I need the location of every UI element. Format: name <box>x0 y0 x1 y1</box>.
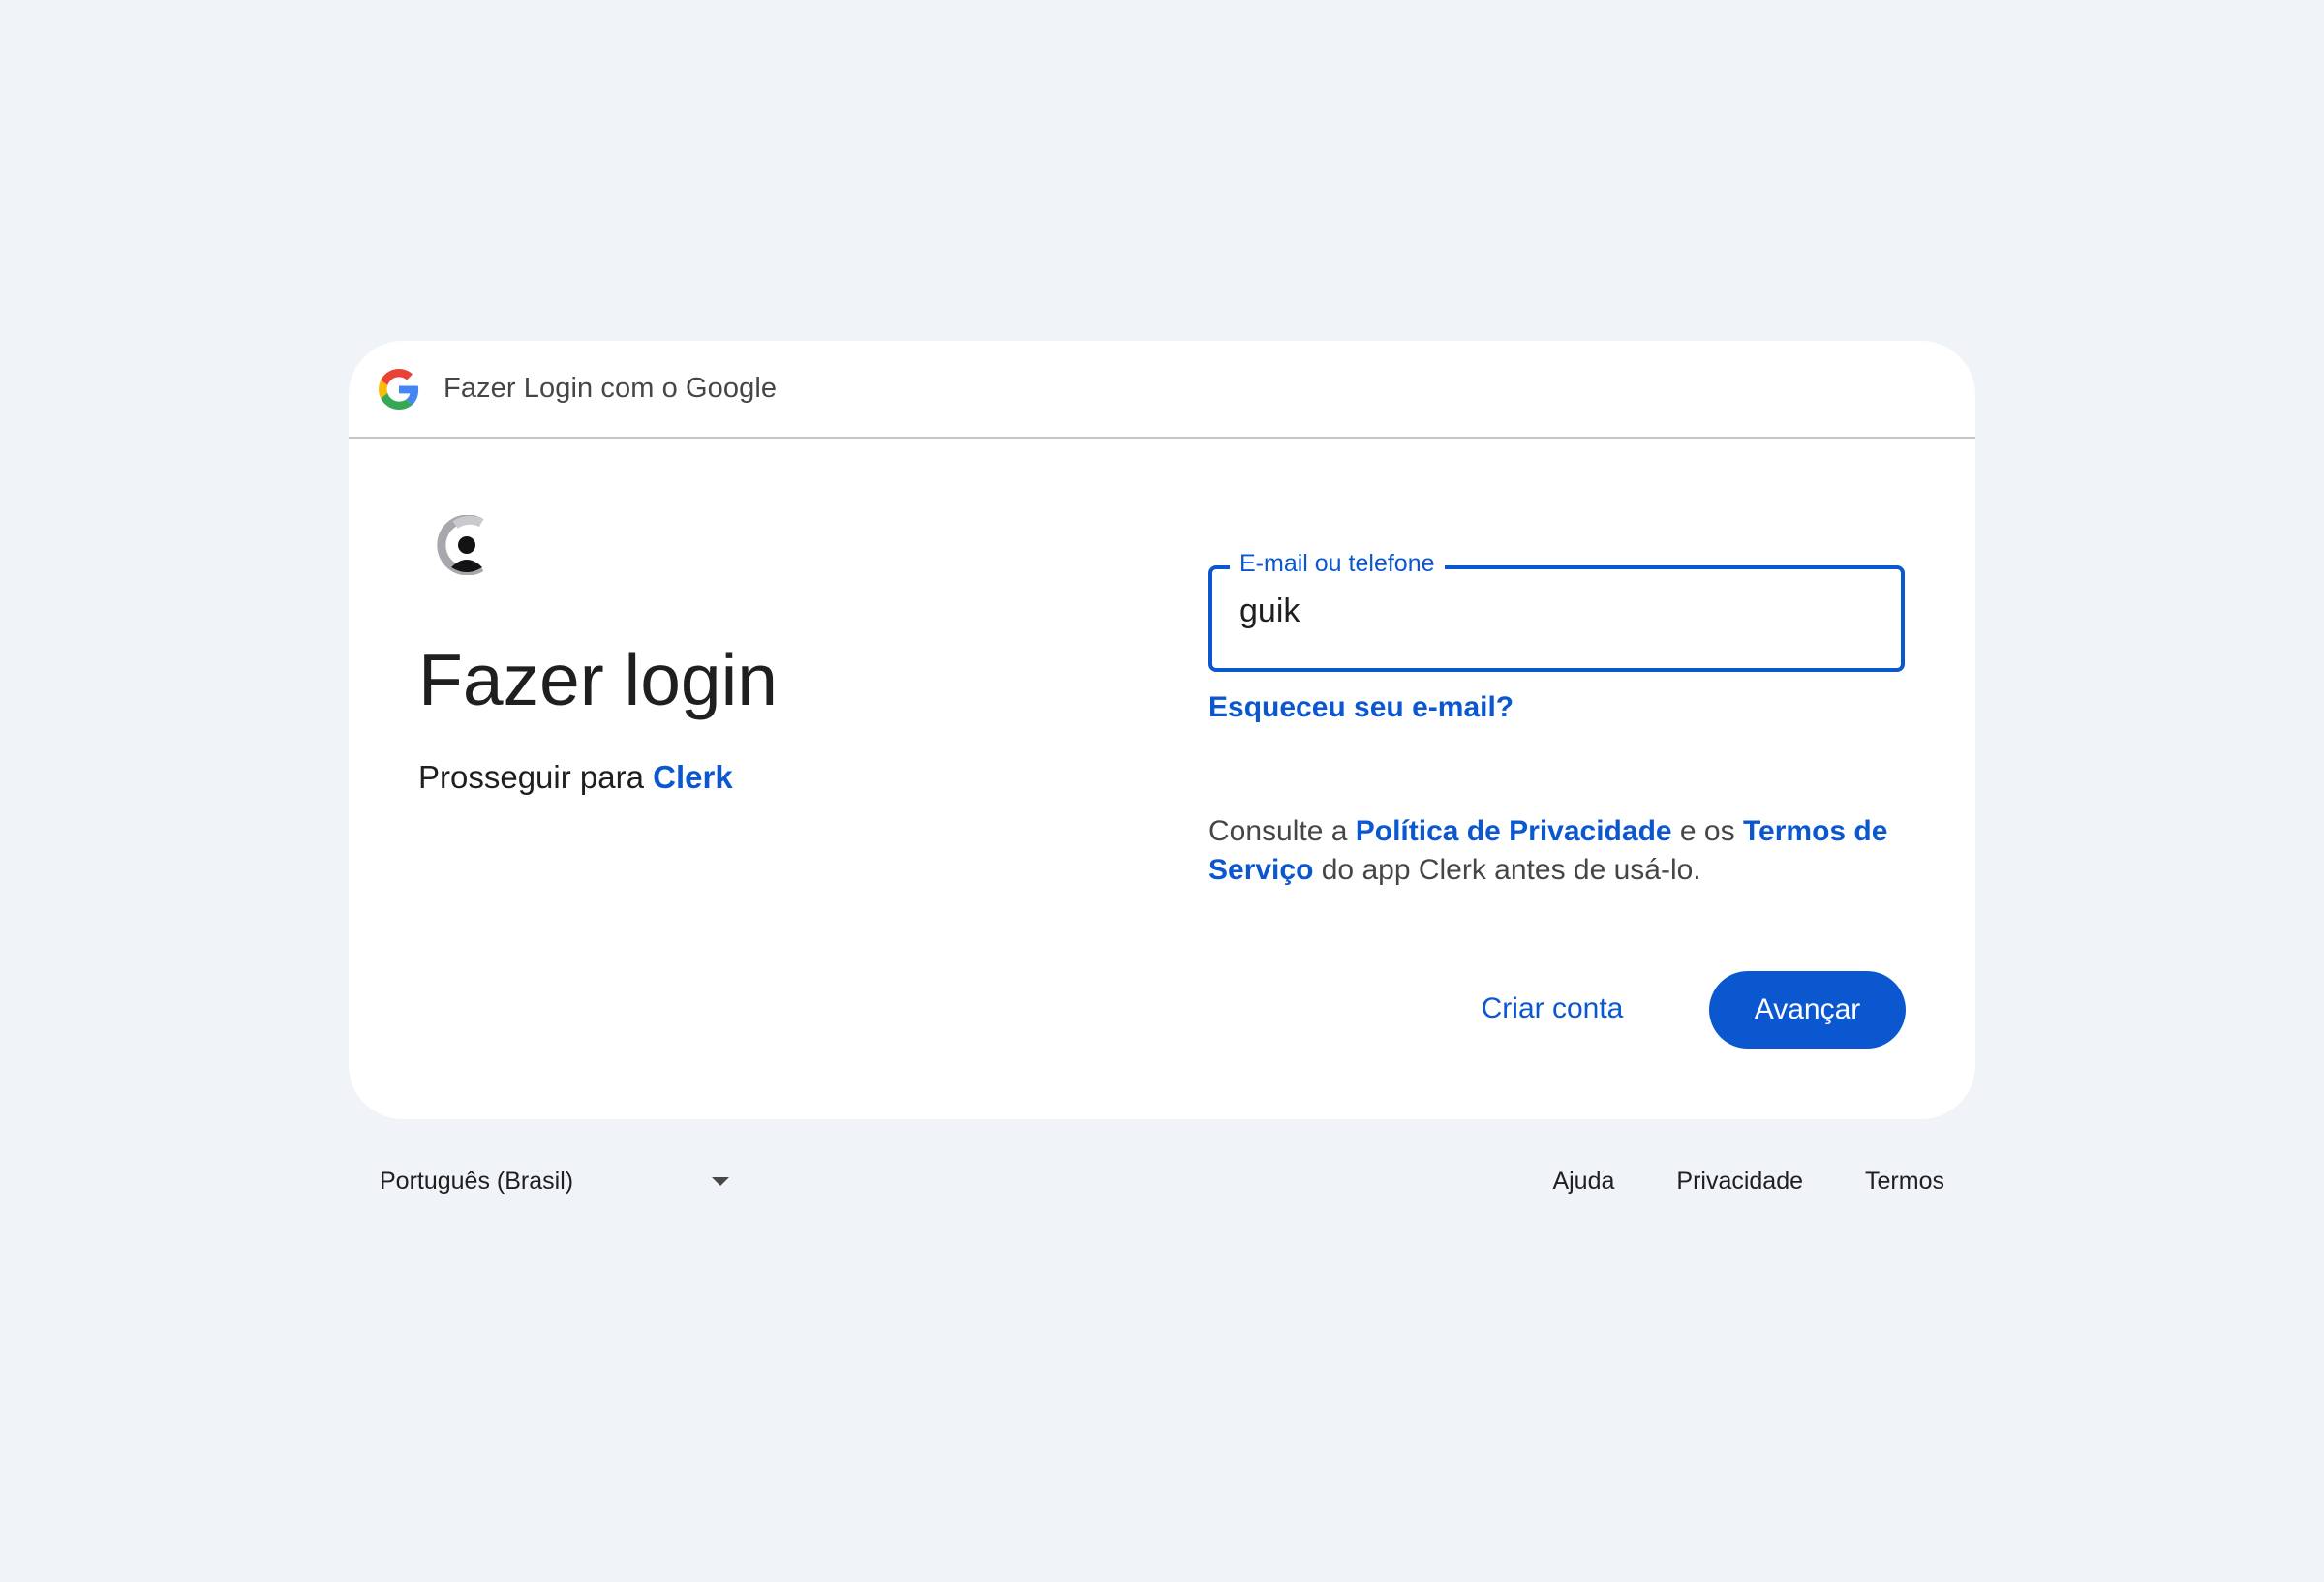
consent-text-1: Consulte a <box>1208 815 1356 847</box>
privacy-policy-link[interactable]: Política de Privacidade <box>1356 815 1672 847</box>
subtitle-text: Prosseguir para <box>418 759 654 795</box>
signin-card: Fazer Login com o Google Fazer login Pro… <box>349 341 1975 1119</box>
help-link[interactable]: Ajuda <box>1552 1168 1614 1196</box>
card-header: Fazer Login com o Google <box>349 341 1975 439</box>
header-title: Fazer Login com o Google <box>443 373 778 404</box>
language-label: Português (Brasil) <box>380 1167 574 1195</box>
consent-text: Consulte a Política de Privacidade e os … <box>1208 812 1906 890</box>
email-input[interactable] <box>1239 593 1859 630</box>
page-title: Fazer login <box>418 639 779 720</box>
language-select[interactable]: Português (Brasil) <box>380 1152 729 1210</box>
forgot-email-link[interactable]: Esqueceu seu e-mail? <box>1208 691 1514 724</box>
email-field-label: E-mail ou telefone <box>1230 550 1445 578</box>
privacy-link[interactable]: Privacidade <box>1676 1168 1803 1196</box>
clerk-logo-icon <box>437 515 484 575</box>
google-g-icon <box>379 368 419 410</box>
consent-text-2: e os <box>1671 815 1743 847</box>
consent-text-3: do app Clerk antes de usá-lo. <box>1313 854 1701 886</box>
dropdown-caret-icon <box>712 1177 729 1186</box>
terms-link[interactable]: Termos <box>1865 1168 1944 1196</box>
footer: Português (Brasil) Ajuda Privacidade Ter… <box>349 1152 1975 1210</box>
next-button[interactable]: Avançar <box>1709 971 1906 1049</box>
email-field[interactable]: E-mail ou telefone <box>1208 550 1905 672</box>
create-account-button[interactable]: Criar conta <box>1464 971 1640 1047</box>
footer-links: Ajuda Privacidade Termos <box>1490 1152 1944 1210</box>
page-subtitle: Prosseguir para Clerk <box>418 759 733 796</box>
app-name-link[interactable]: Clerk <box>653 759 733 795</box>
